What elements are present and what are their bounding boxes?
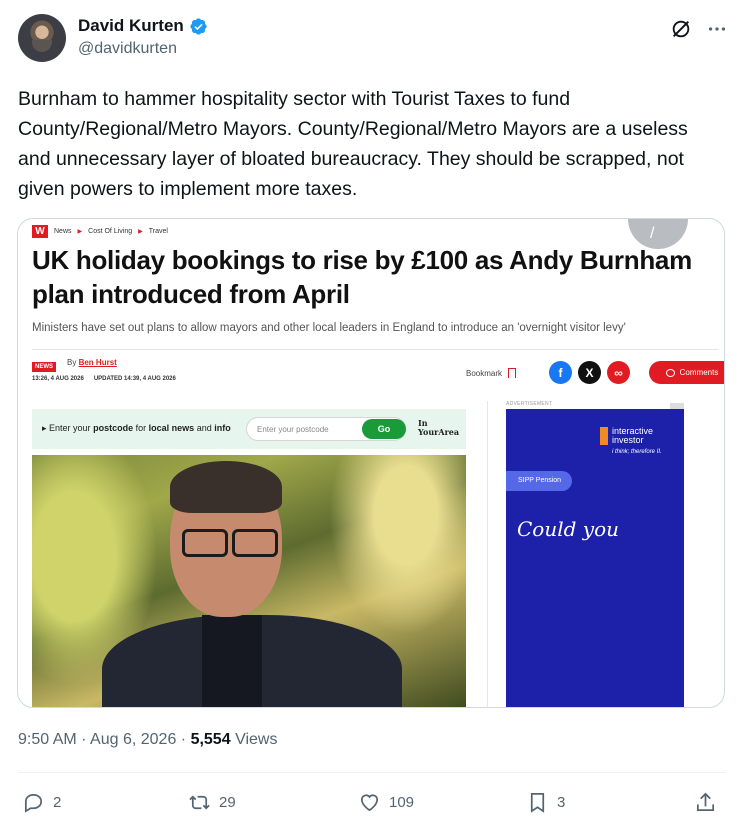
author-link: Ben Hurst bbox=[78, 358, 117, 367]
ad-sipp-pill: SIPP Pension bbox=[506, 471, 572, 491]
heart-icon bbox=[360, 794, 379, 812]
breadcrumb-separator-icon: ▶ bbox=[77, 229, 83, 235]
share-button[interactable] bbox=[694, 791, 717, 814]
verified-badge-icon bbox=[190, 17, 207, 35]
like-count: 109 bbox=[389, 794, 415, 811]
author-name-row: David Kurten bbox=[78, 16, 208, 36]
article-dates: 13:26, 4 AUG 2026 UPDATED 14:39, 4 AUG 2… bbox=[32, 376, 176, 382]
bookmark-count: 3 bbox=[557, 794, 566, 811]
mirror-logo: W bbox=[32, 225, 48, 238]
author-handle[interactable]: @davidkurten bbox=[78, 40, 177, 58]
postcode-label: ▸ Enter your postcode for local news and… bbox=[42, 423, 231, 433]
views-count: 5,554 bbox=[190, 731, 231, 748]
link-icon: ∞ bbox=[607, 361, 630, 384]
ad-banner: interactive investor i think; therefore … bbox=[506, 409, 684, 707]
reply-count: 2 bbox=[53, 794, 62, 811]
repost-button[interactable]: 29 bbox=[188, 791, 236, 814]
bookmark-label: Bookmark bbox=[466, 368, 503, 378]
tweet-text: Burnham to hammer hospitality sector wit… bbox=[18, 88, 688, 200]
bookmark-icon bbox=[508, 368, 517, 378]
tweet-timestamp: 9:50 AM · Aug 6, 2026 · 5,554 Views bbox=[18, 731, 278, 748]
bookmark-icon bbox=[530, 793, 545, 813]
photo-glasses bbox=[182, 529, 278, 557]
breadcrumb-item: News bbox=[54, 228, 72, 235]
postcode-go-button: Go bbox=[362, 419, 406, 439]
postcode-bar: ▸ Enter your postcode for local news and… bbox=[32, 409, 466, 449]
inyourarea-logo: In YourArea bbox=[418, 418, 460, 437]
action-bar: 2 29 109 3 bbox=[22, 791, 722, 817]
comment-bubble-icon bbox=[665, 368, 675, 377]
article-card[interactable]: / W News ▶ Cost Of Living ▶ Travel UK ho… bbox=[17, 218, 725, 708]
ad-tagline: i think; therefore II. bbox=[612, 449, 662, 455]
article-headline: UK holiday bookings to rise by £100 as A… bbox=[32, 245, 692, 309]
article-subheadline: Ministers have set out plans to allow ma… bbox=[32, 322, 626, 334]
comments-label: Comments bbox=[679, 368, 719, 377]
reply-icon bbox=[24, 793, 43, 813]
facebook-icon: f bbox=[549, 361, 572, 384]
divider bbox=[18, 772, 726, 773]
reply-button[interactable]: 2 bbox=[22, 791, 61, 814]
divider bbox=[32, 349, 718, 350]
updated-date: UPDATED 14:39, 4 AUG 2026 bbox=[93, 376, 176, 382]
byline-prefix: By bbox=[67, 358, 77, 367]
header-actions bbox=[670, 18, 728, 40]
article-photo bbox=[32, 455, 466, 707]
more-icon[interactable] bbox=[706, 18, 728, 40]
repost-count: 29 bbox=[219, 794, 236, 811]
share-icon bbox=[696, 792, 715, 812]
x-icon: X bbox=[578, 361, 601, 384]
avatar[interactable] bbox=[18, 14, 66, 62]
ad-label: ADVERTISEMENT bbox=[506, 401, 553, 407]
bookmark-button[interactable]: 3 bbox=[526, 791, 565, 814]
article-meta: NEWS By Ben Hurst 13:26, 4 AUG 2026 UPDA… bbox=[32, 356, 724, 388]
like-button[interactable]: 109 bbox=[358, 791, 414, 814]
tweet-date[interactable]: Aug 6, 2026 bbox=[90, 731, 176, 748]
column-divider bbox=[487, 401, 488, 707]
advertisement: ADVERTISEMENT interactive investor i thi… bbox=[506, 401, 684, 707]
byline: By Ben Hurst bbox=[67, 358, 117, 367]
share-buttons: f X ∞ bbox=[549, 361, 630, 384]
ad-headline: Could you bbox=[517, 517, 620, 541]
repost-icon bbox=[189, 795, 210, 810]
comments-button: Comments bbox=[649, 361, 724, 384]
breadcrumb-separator-icon: ▶ bbox=[138, 229, 143, 235]
breadcrumb-item: Travel bbox=[148, 228, 168, 235]
photo-person-shirt bbox=[202, 615, 262, 707]
views-label: Views bbox=[235, 731, 278, 748]
published-date: 13:26, 4 AUG 2026 bbox=[32, 376, 84, 382]
breadcrumb: W News ▶ Cost Of Living ▶ Travel bbox=[32, 225, 168, 238]
tweet-header: David Kurten @davidkurten bbox=[18, 14, 728, 66]
interactive-investor-logo: interactive investor bbox=[600, 427, 653, 445]
news-tag: NEWS bbox=[32, 362, 56, 372]
article-bookmark: Bookmark bbox=[466, 368, 517, 378]
tweet-time[interactable]: 9:50 AM bbox=[18, 731, 77, 748]
breadcrumb-item: Cost Of Living bbox=[88, 228, 133, 235]
photo-person-hair bbox=[170, 461, 282, 513]
grok-icon[interactable] bbox=[670, 18, 692, 40]
author-display-name[interactable]: David Kurten bbox=[78, 16, 184, 36]
